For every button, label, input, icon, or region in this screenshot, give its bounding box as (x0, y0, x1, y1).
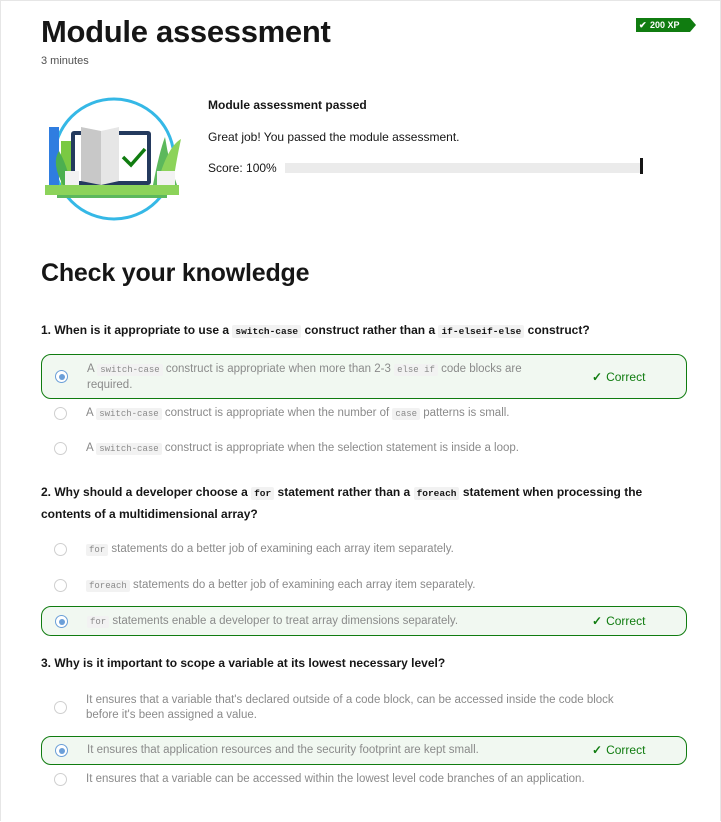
radio-button[interactable] (54, 579, 67, 592)
answer-option-1-1[interactable]: A switch-case construct is appropriate w… (41, 354, 687, 399)
assessment-status-title: Module assessment passed (208, 98, 367, 112)
radio-button[interactable] (54, 773, 67, 786)
correct-indicator: ✓ Correct (592, 614, 646, 628)
checkmark-icon: ✓ (592, 614, 603, 628)
section-title: Check your knowledge (41, 259, 310, 287)
answer-option-2-3[interactable]: for statements enable a developer to tre… (41, 606, 687, 636)
correct-indicator: ✓ Correct (592, 370, 646, 384)
checkmark-icon: ✓ (592, 370, 603, 384)
radio-button[interactable] (54, 442, 67, 455)
score-label: Score: 100% (208, 161, 277, 175)
radio-button-selected[interactable] (55, 370, 68, 383)
radio-button[interactable] (54, 701, 67, 714)
checkmark-icon: ✓ (592, 743, 603, 757)
radio-button-selected[interactable] (55, 744, 68, 757)
code-snippet: for (251, 487, 275, 500)
code-snippet: switch-case (232, 325, 302, 338)
question-3: 3. Why is it important to scope a variab… (41, 656, 446, 670)
assessment-message: Great job! You passed the module assessm… (208, 130, 460, 144)
assessment-illustration (45, 97, 181, 221)
score-progress-fill (285, 163, 641, 173)
check-icon: ✔ (639, 20, 647, 30)
score-progress-marker (640, 158, 643, 174)
answer-option-3-3[interactable]: It ensures that a variable can be access… (41, 770, 687, 790)
page-title: Module assessment (41, 14, 331, 49)
answer-option-2-2[interactable]: foreach statements do a better job of ex… (41, 576, 687, 596)
radio-button-selected[interactable] (55, 615, 68, 628)
question-1: 1. When is it appropriate to use a switc… (41, 323, 590, 338)
answer-option-1-3[interactable]: A switch-case construct is appropriate w… (41, 439, 687, 459)
score-progress-bar (285, 163, 641, 173)
code-snippet: foreach (413, 487, 460, 500)
answer-option-3-1[interactable]: It ensures that a variable that's declar… (41, 692, 687, 724)
code-snippet: if-elseif-else (438, 325, 525, 338)
correct-indicator: ✓ Correct (592, 743, 646, 757)
answer-option-1-2[interactable]: A switch-case construct is appropriate w… (41, 404, 687, 424)
duration-label: 3 minutes (41, 55, 89, 67)
answer-option-2-1[interactable]: for statements do a better job of examin… (41, 540, 687, 560)
xp-badge: ✔ 200 XP (636, 18, 696, 32)
answer-option-3-2[interactable]: It ensures that application resources an… (41, 736, 687, 765)
radio-button[interactable] (54, 407, 67, 420)
xp-label: 200 XP (650, 20, 680, 30)
radio-button[interactable] (54, 543, 67, 556)
question-2: 2. Why should a developer choose a for s… (41, 485, 643, 521)
